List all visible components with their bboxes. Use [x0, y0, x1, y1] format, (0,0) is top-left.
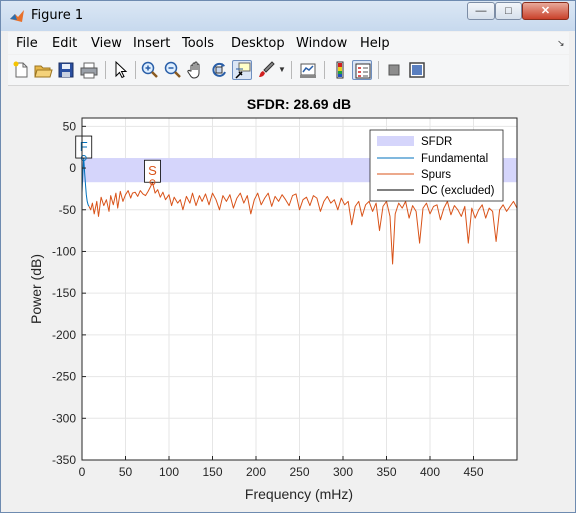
marker-f[interactable]: F	[75, 135, 93, 162]
menubar-dock-arrow-icon[interactable]: ↘	[557, 38, 565, 49]
insert-colorbar-icon[interactable]	[330, 60, 350, 80]
marker-label: S	[148, 163, 157, 178]
toolbar-separator	[135, 61, 136, 79]
x-tick-label: 350	[376, 465, 396, 479]
toolbar: ▼	[8, 55, 569, 86]
marker-label: F	[80, 139, 88, 154]
menu-desktop[interactable]: Desktop	[231, 36, 285, 51]
new-figure-icon[interactable]	[11, 60, 31, 80]
legend-label-fundamental: Fundamental	[421, 153, 488, 165]
maximize-button[interactable]: □	[495, 2, 522, 20]
x-tick-label: 300	[333, 465, 353, 479]
y-tick-label: 50	[63, 119, 77, 133]
x-tick-label: 0	[79, 465, 86, 479]
y-tick-label: -350	[52, 453, 76, 467]
menu-bar: File Edit View Insert Tools Desktop Wind…	[8, 32, 569, 54]
toolbar-separator	[291, 61, 292, 79]
brush-icon[interactable]	[256, 60, 276, 80]
save-icon[interactable]	[56, 60, 76, 80]
menu-window[interactable]: Window	[296, 36, 347, 51]
toolbar-separator	[324, 61, 325, 79]
rotate-3d-icon[interactable]	[209, 60, 229, 80]
legend-label-sfdr: SFDR	[421, 136, 452, 148]
toolbar-separator	[378, 61, 379, 79]
y-tick-label: -300	[52, 411, 76, 425]
pointer-icon[interactable]	[110, 60, 130, 80]
menu-edit[interactable]: Edit	[52, 36, 77, 51]
zoom-in-icon[interactable]	[140, 60, 160, 80]
marker-s[interactable]: S	[144, 159, 161, 186]
open-file-icon[interactable]	[33, 60, 53, 80]
y-tick-label: -200	[52, 328, 76, 342]
x-tick-label: 250	[289, 465, 309, 479]
figure-canvas[interactable]: FS 0 50 100 150 200 250 300 350 400 450 50 0 -50 -100…	[8, 87, 569, 511]
legend-swatch-sfdr	[377, 136, 414, 146]
close-button[interactable]: ✕	[522, 2, 569, 20]
y-tick-label: -250	[52, 370, 76, 384]
menu-file[interactable]: File	[16, 36, 38, 51]
zoom-out-icon[interactable]	[163, 60, 183, 80]
minimize-button[interactable]: —	[467, 2, 495, 20]
data-cursor-icon[interactable]	[232, 60, 252, 80]
legend[interactable]: SFDR Fundamental Spurs DC (excluded)	[369, 129, 504, 202]
legend-label-spurs: Spurs	[421, 169, 451, 181]
x-tick-label: 150	[202, 465, 222, 479]
insert-legend-icon[interactable]	[352, 60, 372, 80]
y-axis-label: Power (dB)	[28, 254, 44, 324]
menu-help[interactable]: Help	[360, 36, 390, 51]
show-plot-tools-icon[interactable]	[407, 60, 427, 80]
x-tick-label: 50	[119, 465, 133, 479]
matlab-logo-icon	[10, 10, 24, 22]
x-tick-label: 450	[463, 465, 483, 479]
plot-area[interactable]: FS 0 50 100 150 200 250 300 350 400 450500-50-100…	[8, 87, 569, 511]
x-tick-label: 400	[420, 465, 440, 479]
y-tick-label: 0	[69, 161, 76, 175]
x-tick-label: 100	[159, 465, 179, 479]
window-title: Figure 1	[31, 8, 84, 23]
print-icon[interactable]	[79, 60, 99, 80]
x-tick-label: 200	[246, 465, 266, 479]
pan-icon[interactable]	[186, 60, 206, 80]
menu-insert[interactable]: Insert	[133, 36, 170, 51]
x-axis-label: Frequency (mHz)	[245, 486, 353, 502]
y-tick-label: -50	[59, 203, 77, 217]
menu-view[interactable]: View	[91, 36, 122, 51]
figure-window: Figure 1 — □ ✕ File Edit View Insert Too…	[0, 0, 576, 513]
toolbar-separator	[105, 61, 106, 79]
hide-plot-tools-icon[interactable]	[384, 60, 404, 80]
brush-dropdown-arrow-icon[interactable]: ▼	[278, 65, 286, 74]
chart-title: SFDR: 28.69 dB	[247, 96, 351, 112]
legend-label-dc-excluded: DC (excluded)	[421, 185, 495, 197]
y-tick-label: -150	[52, 286, 76, 300]
link-plot-icon[interactable]	[298, 60, 318, 80]
title-bar[interactable]: Figure 1 — □ ✕	[1, 1, 575, 31]
menu-tools[interactable]: Tools	[182, 36, 214, 51]
y-tick-label: -100	[52, 244, 76, 258]
